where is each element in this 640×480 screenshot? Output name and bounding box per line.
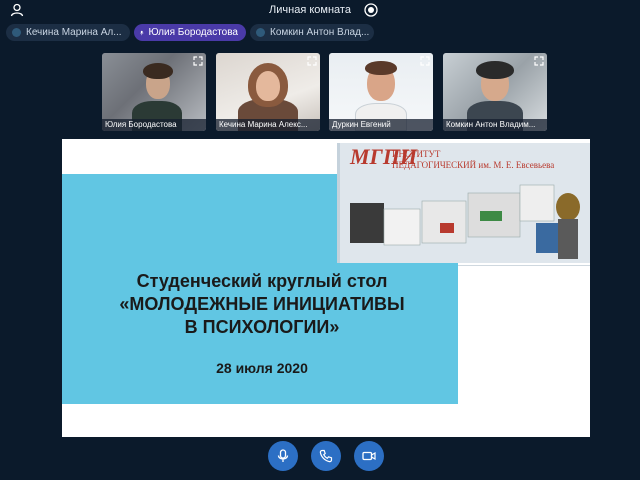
tile-name: Кечина Марина Алекс... [216, 119, 320, 131]
headphones [476, 61, 514, 79]
video-tile[interactable]: Юлия Бородастова [102, 53, 206, 131]
microphone-button[interactable] [268, 441, 298, 471]
institute-banner: МГПИ ИНСТИТУТ ПЕДАГОГИЧЕСКИЙ им. М. Е. Е… [337, 143, 590, 263]
presentation-slide: МГПИ ИНСТИТУТ ПЕДАГОГИЧЕСКИЙ им. М. Е. Е… [62, 139, 590, 437]
slide-date: 28 июля 2020 [216, 360, 308, 376]
microphone-icon [140, 30, 144, 35]
expand-icon[interactable] [307, 56, 317, 66]
video-tile[interactable]: Комкин Антон Владим... [443, 53, 547, 131]
camera-icon [362, 451, 376, 461]
participant-chip-label: Кечина Марина Ал... [26, 27, 122, 38]
participant-chip-label: Комкин Антон Влад... [270, 27, 370, 38]
avatar-dot [12, 28, 21, 37]
call-button[interactable] [311, 441, 341, 471]
video-tile[interactable]: Дуркин Евгений [329, 53, 433, 131]
participant-chip[interactable]: Кечина Марина Ал... [6, 24, 130, 41]
slide-divider [458, 265, 590, 266]
phone-icon [319, 449, 333, 463]
expand-icon[interactable] [193, 56, 203, 66]
tile-name: Юлия Бородастова [102, 119, 206, 131]
slide-title-line: Студенческий круглый стол [136, 271, 388, 291]
expand-icon[interactable] [534, 56, 544, 66]
logo-text: ИНСТИТУТ ПЕДАГОГИЧЕСКИЙ им. М. Е. Евсевь… [392, 149, 555, 170]
slide-title-line: В ПСИХОЛОГИИ» [184, 317, 340, 337]
tile-name: Дуркин Евгений [329, 119, 433, 131]
participant-chip-label: Юлия Бородастова [148, 27, 238, 38]
person-head [256, 71, 280, 101]
tile-name: Комкин Антон Владим... [443, 119, 547, 131]
camera-button[interactable] [354, 441, 384, 471]
room-title: Личная комната [269, 4, 351, 16]
person-hair [143, 63, 173, 79]
participant-chips: Кечина Марина Ал... Юлия Бородастова Ком… [6, 24, 374, 41]
slide-title: Студенческий круглый стол «МОЛОДЕЖНЫЕ ИН… [82, 270, 442, 339]
call-controls [0, 441, 640, 473]
top-bar: Личная комната [0, 0, 640, 20]
person-hair [365, 61, 397, 75]
slide-title-line: «МОЛОДЕЖНЫЕ ИНИЦИАТИВЫ [119, 294, 405, 314]
avatar-dot [256, 28, 265, 37]
expand-icon[interactable] [420, 56, 430, 66]
participant-chip-active[interactable]: Юлия Бородастова [134, 24, 246, 41]
record-icon[interactable] [364, 3, 378, 17]
microphone-icon [277, 449, 289, 462]
participant-chip[interactable]: Комкин Антон Влад... [250, 24, 374, 41]
campus-illustration [350, 184, 580, 259]
video-tile[interactable]: Кечина Марина Алекс... [216, 53, 320, 131]
